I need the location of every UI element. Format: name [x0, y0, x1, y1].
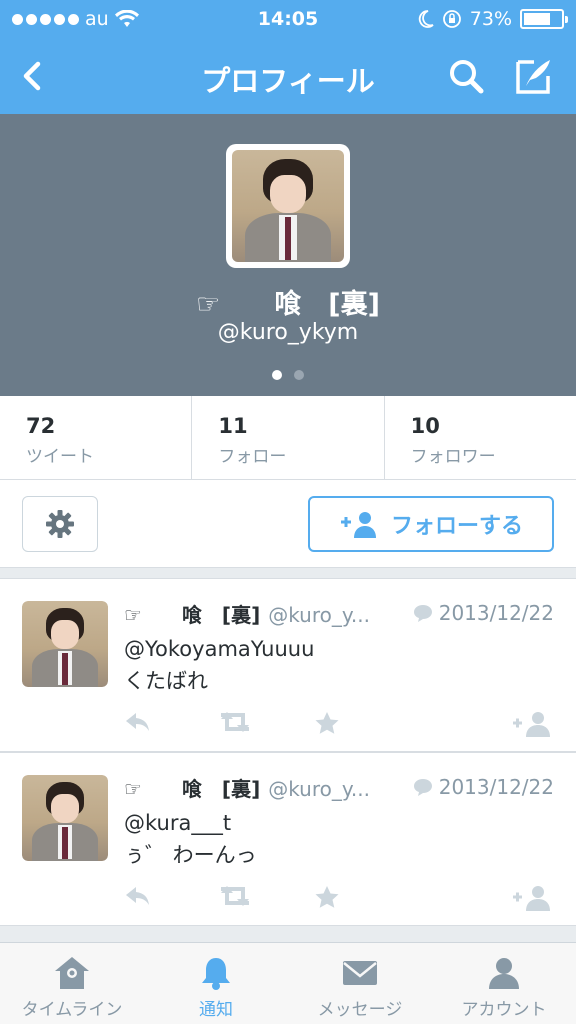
tweet-avatar[interactable] [22, 601, 108, 687]
battery-fill [524, 13, 550, 25]
home-icon [55, 957, 89, 989]
tab-account[interactable]: アカウント [432, 943, 576, 1024]
tweet-author-handle: @kuro_y... [268, 603, 370, 627]
add-user-icon [513, 712, 550, 737]
star-icon [315, 886, 339, 908]
search-button[interactable] [444, 54, 488, 98]
favorite-button[interactable] [314, 711, 340, 739]
tab-bar: タイムライン 通知 メッセージ アカウント [0, 942, 576, 1024]
tweet-author-name: ☞ 喰 [裏] [124, 777, 261, 801]
reply-icon [126, 713, 149, 731]
stat-label: ツイート [26, 447, 94, 467]
profile-handle: @kuro_ykym [217, 320, 359, 345]
follow-button[interactable]: フォローする [308, 496, 554, 552]
reply-button[interactable] [124, 711, 152, 737]
tweet-item[interactable]: ☞ 喰 [裏] @kuro_y... 2013/12/22 @YokoyamaY… [0, 578, 576, 752]
tweet-avatar[interactable] [22, 775, 108, 861]
person-icon [489, 958, 519, 989]
follow-user-button[interactable] [512, 885, 552, 915]
tweet-mention[interactable]: @YokoyamaYuuuu [124, 633, 554, 665]
tweet-mention[interactable]: @kura___t [124, 807, 554, 839]
tab-label: タイムライン [21, 1000, 123, 1020]
favorite-button[interactable] [314, 885, 340, 913]
follow-user-button[interactable] [512, 711, 552, 741]
follow-button-label: フォローする [390, 514, 523, 539]
reply-button[interactable] [124, 885, 152, 911]
conversation-icon [413, 779, 432, 796]
tab-label: アカウント [461, 1000, 547, 1020]
bell-icon [202, 958, 230, 990]
tab-label: メッセージ [317, 1000, 403, 1020]
add-user-icon [340, 512, 376, 538]
reply-icon [126, 887, 149, 905]
search-icon [450, 60, 484, 94]
stat-count: 11 [218, 414, 248, 438]
envelope-icon [343, 961, 377, 985]
profile-avatar[interactable] [226, 144, 350, 268]
star-icon [315, 712, 339, 734]
profile-stats: 72 ツイート 11 フォロー 10 フォロワー [0, 396, 576, 480]
tab-messages[interactable]: メッセージ [288, 943, 432, 1024]
add-user-icon [513, 886, 550, 911]
stat-following[interactable]: 11 フォロー [192, 396, 385, 479]
status-bar: au 14:05 73% [0, 0, 576, 38]
stat-count: 10 [410, 414, 440, 438]
tweet-date: 2013/12/22 [438, 775, 554, 799]
tweet-item[interactable]: ☞ 喰 [裏] @kuro_y... 2013/12/22 @kura___t … [0, 752, 576, 926]
tweet-author-name: ☞ 喰 [裏] [124, 603, 261, 627]
tab-notifications[interactable]: 通知 [144, 943, 288, 1024]
conversation-icon [413, 605, 432, 622]
nav-bar: プロフィール [0, 38, 576, 114]
page-title: プロフィール [201, 64, 375, 98]
tab-label: 通知 [199, 1000, 233, 1020]
stat-tweets[interactable]: 72 ツイート [0, 396, 193, 479]
rotation-lock-icon [442, 10, 461, 28]
tab-timeline[interactable]: タイムライン [0, 943, 144, 1024]
stat-label: フォロー [218, 447, 287, 467]
retweet-icon [221, 712, 249, 732]
stat-label: フォロワー [410, 447, 496, 467]
page-indicator[interactable] [0, 370, 576, 380]
moon-icon [418, 10, 434, 28]
tweet-text: くたばれ [124, 669, 208, 693]
compose-icon [516, 60, 550, 94]
gear-icon [46, 510, 74, 538]
settings-button[interactable] [22, 496, 98, 552]
retweet-button[interactable] [218, 885, 252, 911]
battery-percent: 73% [469, 8, 512, 30]
retweet-button[interactable] [218, 711, 252, 737]
tweet-date: 2013/12/22 [438, 601, 554, 625]
battery-icon [520, 9, 568, 29]
tweet-text: ぅ゛ わーんっ [124, 843, 257, 867]
profile-header: ☞ 喰 [裏] @kuro_ykym [0, 114, 576, 396]
compose-button[interactable] [512, 54, 556, 98]
retweet-icon [221, 886, 249, 906]
stat-count: 72 [26, 414, 56, 438]
stat-followers[interactable]: 10 フォロワー [385, 396, 576, 479]
display-name: ☞ 喰 [裏] [196, 289, 380, 320]
tweet-author-handle: @kuro_y... [268, 777, 370, 801]
profile-actions: フォローする [0, 480, 576, 568]
